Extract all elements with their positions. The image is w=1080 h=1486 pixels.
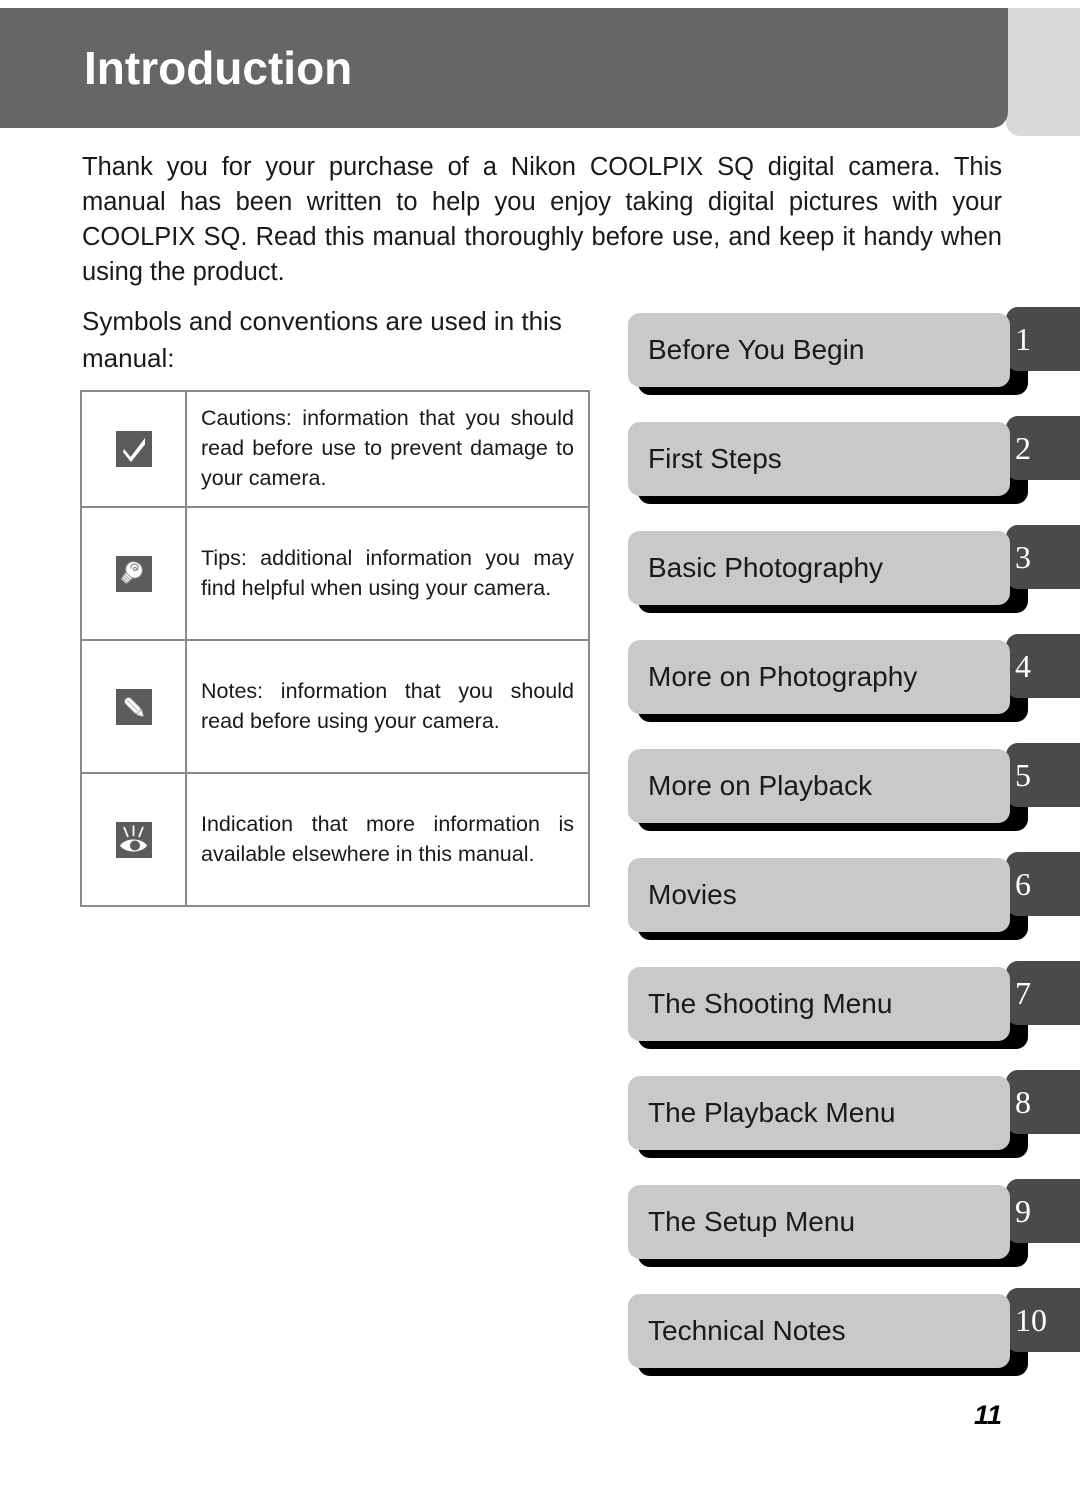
- tab-number-box: 10: [1006, 1288, 1080, 1352]
- chapter-tab-the-playback-menu[interactable]: 8 The Playback Menu: [628, 1070, 1080, 1158]
- header-edge-strip: [1006, 8, 1080, 136]
- tab-number-box: 1: [1006, 307, 1080, 371]
- chapter-tab-the-setup-menu[interactable]: 9 The Setup Menu: [628, 1179, 1080, 1267]
- tab-number: 10: [1015, 1302, 1047, 1338]
- chapter-tab-before-you-begin[interactable]: 1 Before You Begin: [628, 307, 1080, 395]
- symbol-description: Indication that more information is avai…: [185, 772, 590, 907]
- symbol-icon-cell: [80, 506, 187, 641]
- symbols-table: Cautions: information that you should re…: [80, 390, 590, 907]
- symbols-heading: Symbols and conventions are used in this…: [82, 306, 562, 373]
- tab-label: Basic Photography: [648, 552, 884, 583]
- tab-label: The Setup Menu: [648, 1206, 856, 1237]
- tab-body[interactable]: More on Playback: [628, 749, 1010, 823]
- table-row: Indication that more information is avai…: [80, 772, 590, 907]
- tab-body[interactable]: Before You Begin: [628, 313, 1010, 387]
- tab-body[interactable]: First Steps: [628, 422, 1010, 496]
- table-row: Tips: additional information you may fin…: [80, 506, 590, 641]
- table-row: Notes: information that you should read …: [80, 639, 590, 774]
- symbol-icon-cell: [80, 772, 187, 907]
- tab-label: The Playback Menu: [648, 1097, 896, 1128]
- tab-number-box: 4: [1006, 634, 1080, 698]
- tab-label: Before You Begin: [648, 334, 865, 365]
- pencil-icon: [115, 688, 152, 725]
- tab-label: Movies: [648, 879, 737, 910]
- tab-label: First Steps: [648, 443, 782, 474]
- symbol-description: Cautions: information that you should re…: [185, 390, 590, 508]
- chapter-tab-more-on-playback[interactable]: 5 More on Playback: [628, 743, 1080, 831]
- symbol-description: Tips: additional information you may fin…: [185, 506, 590, 641]
- tab-body[interactable]: Basic Photography: [628, 531, 1010, 605]
- table-row: Cautions: information that you should re…: [80, 390, 590, 508]
- page-title: Introduction: [84, 42, 353, 94]
- tab-body[interactable]: Technical Notes: [628, 1294, 1010, 1368]
- checkmark-icon: [115, 431, 152, 467]
- tab-body[interactable]: The Setup Menu: [628, 1185, 1010, 1259]
- chapter-tab-movies[interactable]: 6 Movies: [628, 852, 1080, 940]
- tab-body[interactable]: The Shooting Menu: [628, 967, 1010, 1041]
- manual-page: Introduction Thank you for your purchase…: [0, 0, 1080, 1486]
- symbol-icon-cell: [80, 390, 187, 508]
- chapter-tab-list: 1 Before You Begin 2 First Steps 3 Basic…: [628, 307, 1080, 1403]
- page-header: Introduction: [0, 8, 1080, 136]
- tab-number-box: 3: [1006, 525, 1080, 589]
- tab-number-box: 5: [1006, 743, 1080, 807]
- chapter-tab-basic-photography[interactable]: 3 Basic Photography: [628, 525, 1080, 613]
- tab-label: The Shooting Menu: [648, 988, 893, 1019]
- lightbulb-icon: [115, 555, 152, 592]
- tab-label: Technical Notes: [648, 1315, 846, 1346]
- tab-number-box: 7: [1006, 961, 1080, 1025]
- tab-body[interactable]: Movies: [628, 858, 1010, 932]
- intro-paragraph: Thank you for your purchase of a Nikon C…: [82, 153, 1002, 286]
- chapter-tab-technical-notes[interactable]: 10 Technical Notes: [628, 1288, 1080, 1376]
- tab-body[interactable]: More on Photography: [628, 640, 1010, 714]
- tab-label: More on Playback: [648, 770, 873, 801]
- chapter-tab-more-on-photography[interactable]: 4 More on Photography: [628, 634, 1080, 722]
- tab-number-box: 8: [1006, 1070, 1080, 1134]
- tab-number-box: 6: [1006, 852, 1080, 916]
- tab-number-box: 9: [1006, 1179, 1080, 1243]
- chapter-tab-first-steps[interactable]: 2 First Steps: [628, 416, 1080, 504]
- chapter-tab-the-shooting-menu[interactable]: 7 The Shooting Menu: [628, 961, 1080, 1049]
- tab-number-box: 2: [1006, 416, 1080, 480]
- tab-label: More on Photography: [648, 661, 918, 692]
- eye-icon: [115, 821, 152, 858]
- page-number: 11: [973, 1400, 1002, 1430]
- symbol-icon-cell: [80, 639, 187, 774]
- header-bar: Introduction: [0, 8, 1008, 128]
- tab-body[interactable]: The Playback Menu: [628, 1076, 1010, 1150]
- symbol-description: Notes: information that you should read …: [185, 639, 590, 774]
